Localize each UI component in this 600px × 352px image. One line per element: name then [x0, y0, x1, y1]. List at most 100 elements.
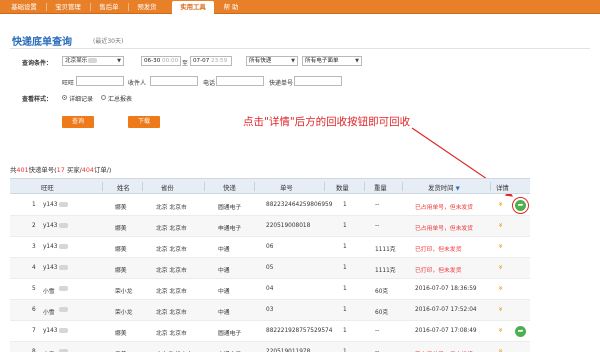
- row-tracking-no: 04: [266, 286, 274, 292]
- header-name[interactable]: 姓名: [117, 183, 130, 192]
- row-express: 中通: [218, 310, 230, 316]
- row-tracking-no: 882221928757529574: [266, 328, 333, 334]
- table-row[interactable]: 2 y143 娜美 北京 北京市 申通电子 220519008018 1 -- 已占用单号，但未…: [10, 216, 530, 237]
- row-quantity: 1: [343, 223, 347, 229]
- shop-select[interactable]: 北京某乐 ▼: [62, 56, 124, 66]
- row-ship-time: 已打印，但未发货: [415, 268, 462, 274]
- expand-details-icon[interactable]: »: [496, 202, 504, 207]
- expand-details-icon[interactable]: »: [496, 286, 504, 291]
- row-wangwang: y143: [43, 265, 58, 271]
- view-summary-radio[interactable]: [101, 95, 106, 100]
- row-express: 中通: [218, 247, 230, 253]
- row-quantity: 1: [343, 328, 347, 334]
- phone-input[interactable]: [216, 76, 264, 86]
- date-range-separator: 至: [182, 60, 189, 67]
- redacted-text: [59, 286, 68, 291]
- summary-buyers-unit: 买家/: [64, 166, 82, 174]
- header-divider: [102, 182, 103, 191]
- header-ship-time-label: 发货时间: [428, 184, 454, 192]
- table-row[interactable]: 6 小雪 荣小龙 北京 北京市 中通 03 1 60克 2016-07-07 17:52:04 »: [10, 300, 530, 321]
- nav-pre-ship[interactable]: 预发货: [130, 0, 164, 14]
- redacted-text: [59, 244, 68, 249]
- page-title: 快递底单查询: [12, 37, 72, 48]
- row-wangwang: 小雪: [43, 289, 55, 295]
- row-wangwang: y143: [43, 202, 58, 208]
- condition-label: 查询条件：: [22, 60, 53, 67]
- summary-buyers: 17: [56, 166, 65, 174]
- header-express[interactable]: 快递: [223, 183, 236, 192]
- row-index: 4: [32, 265, 36, 271]
- row-quantity: 1: [343, 202, 347, 208]
- query-button[interactable]: 查询: [62, 116, 94, 128]
- chevron-down-icon: ▼: [291, 58, 295, 64]
- tracking-input[interactable]: [294, 76, 342, 86]
- row-ship-time: 2016-07-07 18:36:59: [415, 286, 477, 292]
- recycle-icon[interactable]: ➦: [515, 200, 526, 211]
- expand-details-icon[interactable]: »: [496, 265, 504, 270]
- header-province[interactable]: 省份: [161, 183, 174, 192]
- table-row[interactable]: 8小雪雪黄广东省 佛山市申通电子2205190119781--已占用单号，但未发…: [10, 342, 530, 352]
- nav-product-management[interactable]: 宝贝管理: [48, 0, 88, 14]
- header-quantity[interactable]: 数量: [336, 183, 349, 192]
- row-index: 2: [32, 223, 36, 229]
- table-header: 旺旺 姓名 省份 快递 单号 数量 重量 发货时间 ▼ 详情: [10, 178, 530, 194]
- date-from-value: 06-30: [144, 58, 161, 64]
- header-divider: [402, 182, 403, 191]
- header-divider: [142, 182, 143, 191]
- row-weight: 1111克: [375, 247, 396, 253]
- nav-after-sales[interactable]: 售后单: [92, 0, 126, 14]
- sheet-type-select[interactable]: 所有电子面单 ▼: [302, 56, 362, 66]
- header-divider: [490, 182, 491, 191]
- header-details[interactable]: 详情: [496, 183, 509, 192]
- table-row[interactable]: 7 y143 娜美 北京 北京市 圆通电子 882221928757529574 1 -- 20…: [10, 321, 530, 342]
- expand-details-icon[interactable]: »: [496, 307, 504, 312]
- row-express: 圆通电子: [218, 331, 242, 337]
- date-to-field[interactable]: 07-07 23:59: [190, 56, 232, 66]
- row-weight: 1111克: [375, 268, 396, 274]
- header-ship-time[interactable]: 发货时间 ▼: [428, 183, 460, 192]
- nav-basic-settings[interactable]: 基础设置: [4, 0, 44, 14]
- table-row[interactable]: 3 y143 娜美 北京 北京市 中通 06 1 1111克 已打印，但未发货 »: [10, 237, 530, 258]
- row-index: 5: [32, 286, 36, 292]
- expand-details-icon[interactable]: »: [496, 223, 504, 228]
- nav-utility-tools[interactable]: 实用工具: [172, 1, 214, 14]
- nav-separator: [90, 3, 91, 11]
- header-weight[interactable]: 重量: [374, 183, 387, 192]
- table-row[interactable]: 4 y143 娜美 北京 北京市 中通 05 1 1111克 已打印，但未发货 »: [10, 258, 530, 279]
- header-divider: [324, 182, 325, 191]
- wangwang-input[interactable]: [76, 76, 124, 86]
- expand-details-icon[interactable]: »: [496, 328, 504, 333]
- row-region: 北京 北京市: [156, 331, 187, 337]
- nav-help[interactable]: 帮 助: [218, 0, 244, 14]
- redacted-text: [59, 328, 68, 333]
- view-detail-radio[interactable]: [62, 95, 67, 100]
- row-wangwang: 小雪: [43, 310, 55, 316]
- row-region: 北京 北京市: [156, 310, 187, 316]
- receiver-input[interactable]: [150, 76, 198, 86]
- redacted-text: [59, 307, 68, 312]
- table-row[interactable]: 1 y143 娜美 北京 北京市 圆通电子 882232464259806959 1 -- 已占…: [10, 195, 530, 216]
- row-name: 娜美: [115, 205, 127, 211]
- row-wangwang: y143: [43, 223, 58, 229]
- date-from-field[interactable]: 06-30 00:00: [141, 56, 181, 66]
- header-divider: [254, 182, 255, 191]
- title-divider: [10, 48, 590, 49]
- row-express: 中通: [218, 289, 230, 295]
- table-row[interactable]: 5 小雪 荣小龙 北京 北京市 中通 04 1 60克 2016-07-07 18:36:59 »: [10, 279, 530, 300]
- nav-separator: [46, 3, 47, 11]
- download-button[interactable]: 下载: [128, 116, 160, 128]
- annotation-note: 点击"详情"后方的回收按钮即可回收: [243, 116, 411, 128]
- recycle-icon[interactable]: ➦: [515, 326, 526, 337]
- row-tracking-no: 882232464259806959: [266, 202, 333, 208]
- row-name: 娜美: [115, 268, 127, 274]
- receiver-label: 收件人: [128, 80, 147, 87]
- expand-details-icon[interactable]: »: [496, 244, 504, 249]
- row-name: 娜美: [115, 331, 127, 337]
- row-name: 荣小龙: [115, 289, 133, 295]
- row-tracking-no: 06: [266, 244, 274, 250]
- summary-count: 401: [16, 166, 29, 174]
- header-wangwang[interactable]: 旺旺: [41, 183, 54, 192]
- express-select[interactable]: 所有快递 ▼: [246, 56, 298, 66]
- header-tracking-no[interactable]: 单号: [280, 183, 293, 192]
- page-subtitle: (最近30天): [93, 38, 124, 45]
